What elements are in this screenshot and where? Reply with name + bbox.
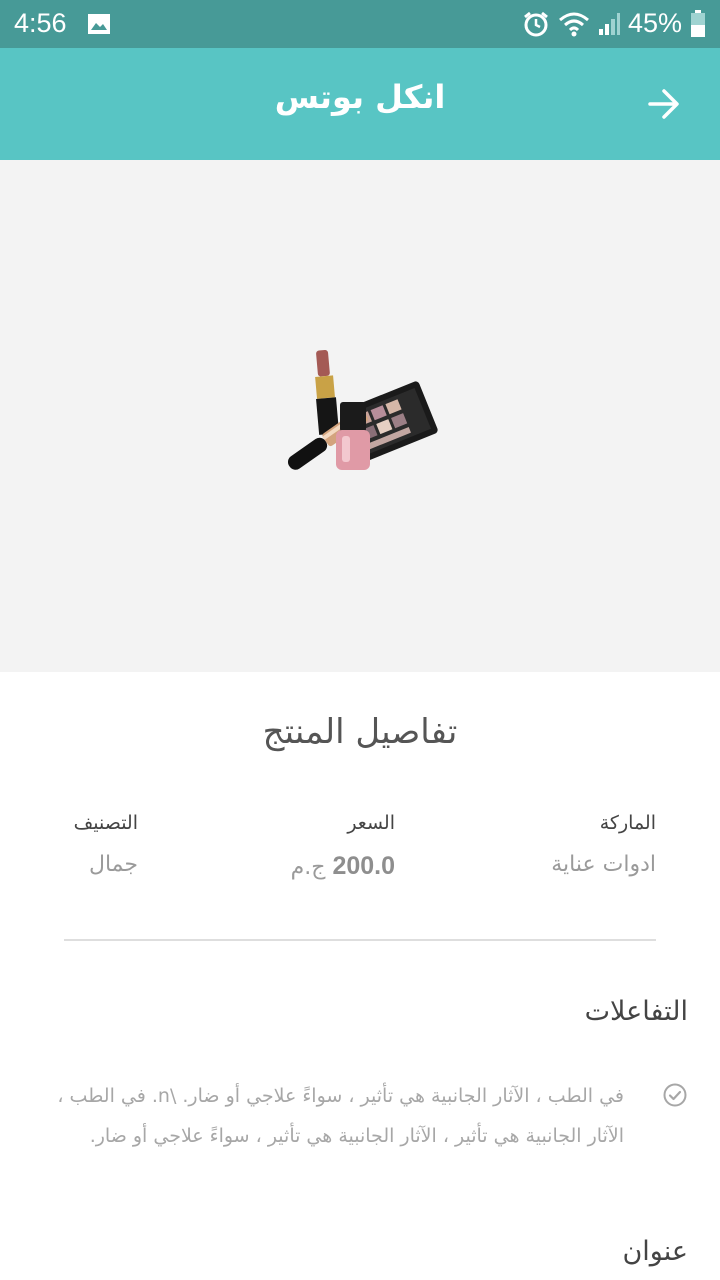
app-bar: انكل بوتس [0, 48, 720, 160]
signal-icon [598, 12, 620, 35]
interactions-heading: التفاعلات [584, 996, 688, 1027]
category-value: جمال [88, 852, 138, 877]
battery-icon [691, 9, 705, 37]
brand-value: ادوات عناية [551, 852, 656, 877]
arrow-right-icon[interactable] [646, 86, 682, 122]
divider [64, 939, 656, 941]
price-label: السعر [347, 812, 395, 834]
page-title: انكل بوتس [274, 78, 446, 116]
price-currency: ج.م [290, 855, 326, 880]
product-image-area [0, 160, 720, 672]
price-amount: 200.0 [332, 852, 395, 880]
status-icons: 45% [522, 8, 706, 39]
cosmetics-image [287, 349, 438, 470]
check-circle-icon [663, 1083, 687, 1107]
battery-percent: 45% [627, 8, 682, 38]
brand-label: الماركة [599, 812, 656, 834]
alarm-icon [524, 11, 548, 36]
status-time: 4:56 [14, 8, 67, 38]
brand-column: الماركة ادوات عناية [551, 812, 656, 877]
status-bar: 4:56 45% [0, 0, 720, 48]
address-heading: عنوان [622, 1236, 688, 1267]
image-icon [88, 14, 110, 34]
product-details-title: تفاصيل المنتج [262, 712, 458, 752]
price-value: 200.0 ج.م [291, 852, 395, 881]
interactions-text: في الطب ، الآثار الجانبية هي تأثير ، سوا… [57, 1085, 624, 1147]
price-column: السعر 200.0 ج.م [291, 812, 395, 881]
wifi-icon [558, 12, 589, 36]
category-label: التصنيف [73, 812, 138, 834]
category-column: التصنيف جمال [74, 812, 138, 877]
